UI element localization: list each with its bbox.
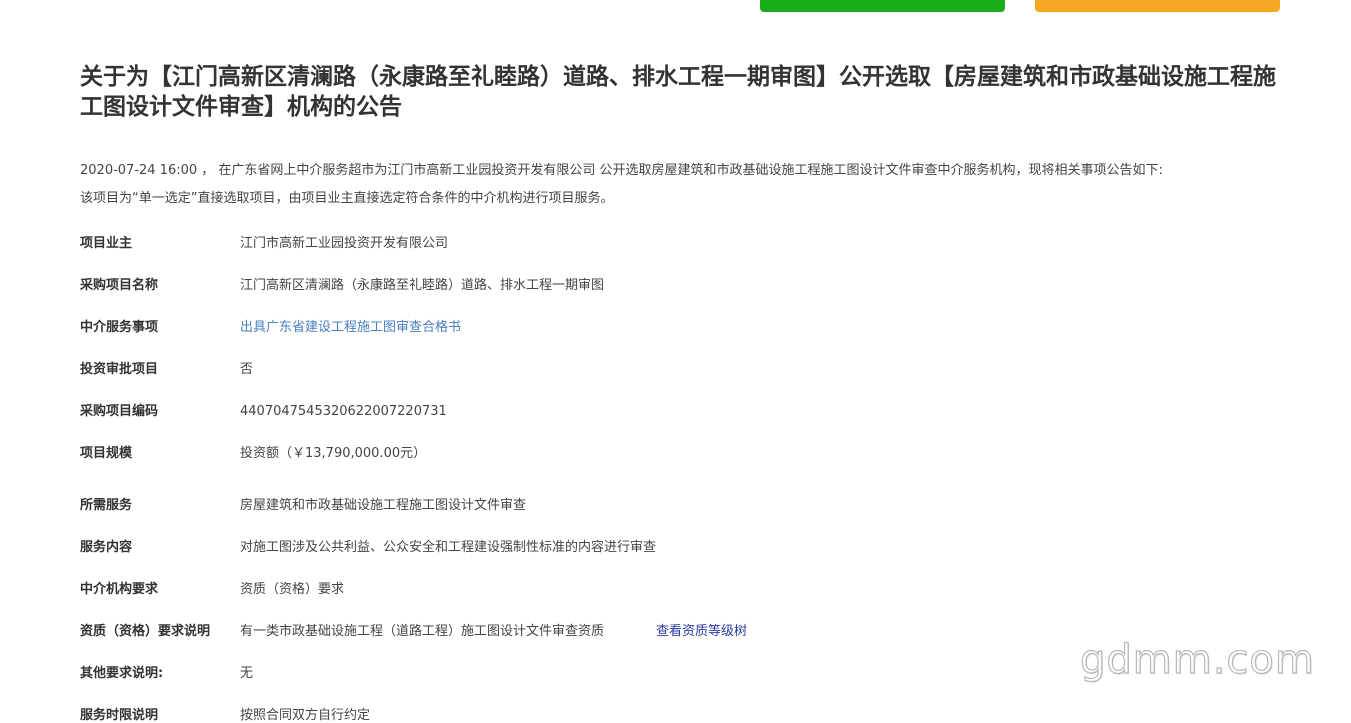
info-label: 采购项目名称 — [80, 278, 159, 293]
info-label: 所需服务 — [80, 498, 133, 513]
info-row-other-requirements: 其他要求说明: 无 — [80, 664, 1180, 684]
info-label: 采购项目编码 — [80, 404, 159, 419]
service-item-link[interactable]: 出具广东省建设工程施工图审查合格书 — [240, 318, 461, 338]
info-value: 江门市高新工业园投资开发有限公司 — [240, 236, 449, 251]
announcement-intro: 2020-07-24 16:00 ， 在广东省网上中介服务超市为江门市高新工业园… — [80, 163, 1163, 178]
info-row-required-service: 所需服务 房屋建筑和市政基础设施工程施工图设计文件审查 — [80, 496, 1180, 516]
info-value: 否 — [240, 362, 254, 377]
site-watermark: gdmm.com — [1079, 636, 1315, 683]
info-value: 无 — [240, 666, 254, 681]
info-label: 中介服务事项 — [80, 320, 159, 335]
info-label: 服务时限说明 — [80, 708, 159, 723]
info-value: 房屋建筑和市政基础设施工程施工图设计文件审查 — [240, 498, 527, 513]
info-row-service-item: 中介服务事项 出具广东省建设工程施工图审查合格书 — [80, 318, 1180, 338]
info-label: 中介机构要求 — [80, 582, 159, 597]
view-qualification-tree-link[interactable]: 查看资质等级树 — [656, 622, 747, 642]
info-row-owner: 项目业主 江门市高新工业园投资开发有限公司 — [80, 234, 1180, 254]
info-value: 江门高新区清澜路（永康路至礼睦路）道路、排水工程一期审图 — [240, 278, 605, 293]
selection-method-note: 该项目为“单一选定”直接选取项目，由项目业主直接选定符合条件的中介机构进行项目服… — [80, 191, 614, 206]
info-label: 投资审批项目 — [80, 362, 159, 377]
info-value: 资质（资格）要求 — [240, 582, 345, 597]
orange-action-button[interactable] — [1035, 0, 1280, 12]
info-value: 按照合同双方自行约定 — [240, 708, 371, 723]
info-row-project-code: 采购项目编码 4407047545320622007220731 — [80, 402, 1180, 422]
info-value: 投资额（￥13,790,000.00元） — [240, 446, 427, 461]
info-value: 对施工图涉及公共利益、公众安全和工程建设强制性标准的内容进行审查 — [240, 540, 657, 555]
info-label: 其他要求说明: — [80, 666, 164, 681]
info-row-investment-approval: 投资审批项目 否 — [80, 360, 1180, 380]
info-row-service-time: 服务时限说明 按照合同双方自行约定 — [80, 706, 1180, 723]
info-row-project-name: 采购项目名称 江门高新区清澜路（永康路至礼睦路）道路、排水工程一期审图 — [80, 276, 1180, 296]
info-label: 项目规模 — [80, 446, 133, 461]
info-row-qualification-desc: 资质（资格）要求说明 有一类市政基础设施工程（道路工程）施工图设计文件审查资质 … — [80, 622, 1180, 642]
info-row-service-content: 服务内容 对施工图涉及公共利益、公众安全和工程建设强制性标准的内容进行审查 — [80, 538, 1180, 558]
info-row-agency-requirement: 中介机构要求 资质（资格）要求 — [80, 580, 1180, 600]
info-label: 服务内容 — [80, 540, 133, 555]
info-value: 4407047545320622007220731 — [240, 404, 447, 419]
page-title: 关于为【江门高新区清澜路（永康路至礼睦路）道路、排水工程一期审图】公开选取【房屋… — [80, 64, 1276, 120]
info-row-scale: 项目规模 投资额（￥13,790,000.00元） — [80, 444, 1180, 464]
page: 关于为【江门高新区清澜路（永康路至礼睦路）道路、排水工程一期审图】公开选取【房屋… — [0, 0, 1351, 723]
info-label: 项目业主 — [80, 236, 133, 251]
info-label: 资质（资格）要求说明 — [80, 624, 211, 639]
green-action-button[interactable] — [760, 0, 1005, 12]
info-value: 有一类市政基础设施工程（道路工程）施工图设计文件审查资质 — [240, 624, 605, 639]
